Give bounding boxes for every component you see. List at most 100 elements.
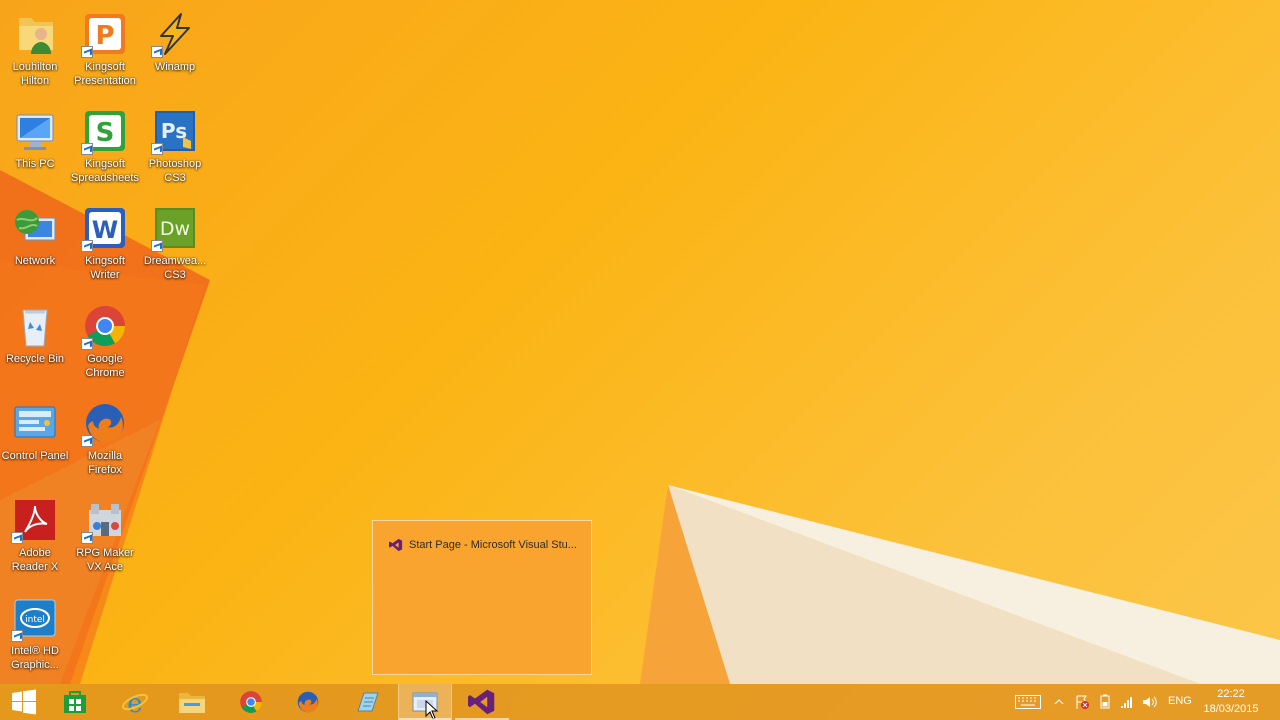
taskbar-visual-studio[interactable] [455, 684, 509, 720]
thumbnail-title[interactable]: Start Page - Microsoft Visual Stu... [389, 538, 577, 552]
shortcut-arrow-icon [11, 630, 23, 642]
network-button[interactable] [1119, 694, 1135, 710]
shortcut-arrow-icon [11, 532, 23, 544]
store-icon [64, 691, 86, 713]
desktop-icon-mozilla-firefox[interactable]: Mozilla Firefox [70, 393, 140, 489]
taskbar-active-window[interactable] [398, 684, 452, 720]
taskbar-thumbnail-popup[interactable]: Start Page - Microsoft Visual Stu... [372, 520, 592, 675]
taskbar: e ENG 22:22 18/03/2015 [0, 684, 1280, 720]
desktop-icon-intel-hd[interactable]: intel Intel® HD Graphic... [0, 588, 70, 684]
desktop-icon-photoshop[interactable]: Ps Photoshop CS3 [140, 101, 210, 197]
visual-studio-icon [468, 689, 495, 715]
desktop-icon-this-pc[interactable]: This PC [0, 101, 70, 197]
shortcut-arrow-icon [81, 240, 93, 252]
shortcut-arrow-icon [151, 143, 163, 155]
thumbnail-title-text: Start Page - Microsoft Visual Stu... [409, 539, 577, 551]
shortcut-arrow-icon [81, 46, 93, 58]
firefox-icon [297, 691, 319, 713]
action-center-button[interactable] [1074, 694, 1090, 710]
desktop-icon-kingsoft-spreadsheets[interactable]: S Kingsoft Spreadsheets [70, 101, 140, 197]
windows-logo-icon [12, 689, 36, 715]
desktop-icon-label: Adobe Reader X [11, 547, 59, 573]
start-button[interactable] [0, 684, 48, 720]
taskbar-store[interactable] [48, 684, 102, 720]
intel-graphics-icon: intel [11, 594, 59, 642]
shortcut-arrow-icon [81, 143, 93, 155]
adobe-reader-icon [11, 496, 59, 544]
taskbar-file-explorer[interactable] [165, 684, 219, 720]
firefox-icon [81, 399, 129, 447]
desktop-icon-label: Kingsoft Writer [85, 255, 125, 281]
network-signal-icon [1121, 697, 1132, 708]
volume-icon [1143, 696, 1157, 708]
kingsoft-presentation-icon: P [81, 10, 129, 58]
network-globe-icon [11, 204, 59, 252]
desktop-icon-label: Winamp [154, 61, 196, 73]
touch-keyboard-button[interactable] [1015, 694, 1041, 710]
taskbar-internet-explorer[interactable]: e [108, 684, 162, 720]
desktop-icon-label: This PC [15, 158, 55, 170]
chevron-up-icon [1054, 699, 1064, 705]
computer-icon [11, 107, 59, 155]
desktop-icon-label: Control Panel [1, 450, 69, 462]
chrome-icon [81, 302, 129, 350]
dreamweaver-icon: Dw [151, 204, 199, 252]
taskbar-chrome[interactable] [224, 684, 278, 720]
desktop-icon-adobe-reader[interactable]: Adobe Reader X [0, 490, 70, 586]
svg-text:P: P [95, 21, 114, 51]
desktop-icon-label: Photoshop CS3 [148, 158, 202, 184]
desktop-icon-dreamweaver[interactable]: Dw Dreamwea... CS3 [140, 198, 210, 294]
control-panel-icon [11, 399, 59, 447]
svg-text:e: e [127, 689, 142, 716]
desktop-icon-label: Louhilton Hilton [12, 61, 58, 87]
file-explorer-icon [179, 693, 205, 713]
taskbar-notepad[interactable] [340, 684, 394, 720]
desktop-icon-rpg-maker[interactable]: RPG Maker VX Ace [70, 490, 140, 586]
desktop-icon-label: Dreamwea... CS3 [143, 255, 207, 281]
chrome-icon [240, 691, 262, 713]
rpg-maker-icon [81, 496, 129, 544]
shortcut-arrow-icon [81, 338, 93, 350]
desktop-icon-control-panel[interactable]: Control Panel [0, 393, 70, 489]
kingsoft-writer-icon: W [81, 204, 129, 252]
shortcut-arrow-icon [151, 240, 163, 252]
internet-explorer-icon: e [122, 689, 148, 716]
desktop-icon-louhilton[interactable]: Louhilton Hilton [0, 4, 70, 100]
desktop-icon-google-chrome[interactable]: Google Chrome [70, 296, 140, 392]
desktop-icon-network[interactable]: Network [0, 198, 70, 294]
action-center-flag-icon [1076, 695, 1089, 709]
desktop-icon-kingsoft-presentation[interactable]: P Kingsoft Presentation [70, 4, 140, 100]
desktop-icon-label: Kingsoft Spreadsheets [71, 158, 139, 184]
shortcut-arrow-icon [81, 532, 93, 544]
desktop-icon-label: Kingsoft Presentation [74, 61, 136, 87]
shortcut-arrow-icon [151, 46, 163, 58]
input-language-indicator[interactable]: ENG [1168, 695, 1192, 707]
winamp-icon [151, 10, 199, 58]
volume-button[interactable] [1141, 694, 1157, 710]
desktop-icon-recycle-bin[interactable]: Recycle Bin [0, 296, 70, 392]
svg-text:intel: intel [25, 615, 45, 625]
show-hidden-icons-button[interactable] [1054, 694, 1064, 710]
clock[interactable]: 22:22 18/03/2015 [1196, 687, 1266, 717]
clock-date: 18/03/2015 [1203, 703, 1259, 715]
taskbar-firefox[interactable] [281, 684, 335, 720]
mouse-cursor-icon [425, 700, 439, 720]
svg-text:S: S [96, 118, 115, 148]
power-icon [1100, 694, 1110, 709]
svg-text:W: W [92, 216, 118, 244]
power-button[interactable] [1097, 694, 1113, 710]
user-folder-icon [11, 10, 59, 58]
recycle-bin-icon [11, 302, 59, 350]
desktop-icon-kingsoft-writer[interactable]: W Kingsoft Writer [70, 198, 140, 294]
shortcut-arrow-icon [81, 435, 93, 447]
desktop-icon-winamp[interactable]: Winamp [140, 4, 210, 100]
desktop-icon-label: Recycle Bin [5, 353, 65, 365]
desktop-icon-label: Network [14, 255, 56, 267]
svg-text:Dw: Dw [160, 218, 190, 240]
desktop-icon-label: Mozilla Firefox [87, 450, 123, 476]
keyboard-icon [1015, 695, 1041, 709]
clock-time: 22:22 [1217, 688, 1245, 700]
desktop-icon-label: Intel® HD Graphic... [11, 645, 59, 671]
kingsoft-spreadsheets-icon: S [81, 107, 129, 155]
notepad-icon [357, 692, 379, 712]
